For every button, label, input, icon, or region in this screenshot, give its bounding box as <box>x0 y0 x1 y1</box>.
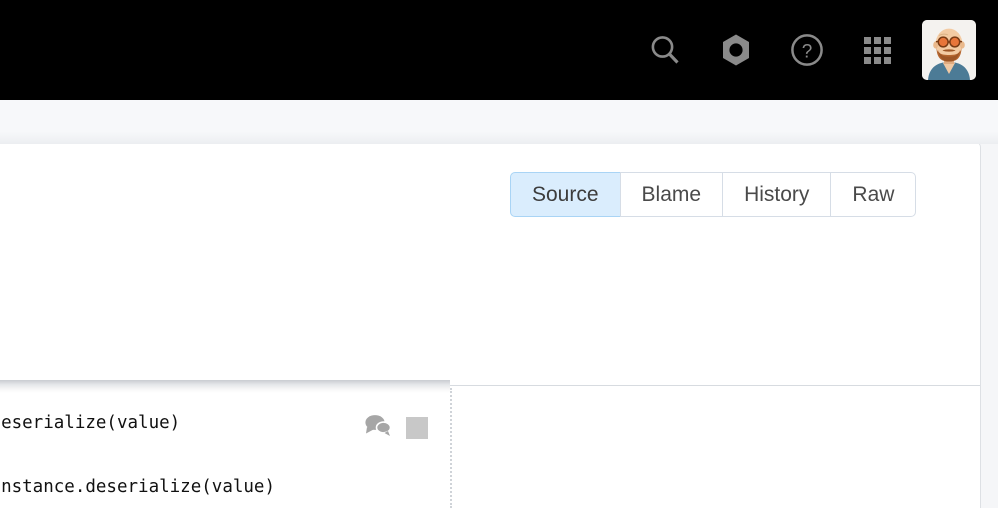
app-screen: ? Source Blame History Raw .deserialize(… <box>0 0 998 508</box>
settings-button[interactable] <box>700 0 771 100</box>
search-button[interactable] <box>629 0 700 100</box>
code-column-guide <box>450 388 452 508</box>
line-status-square[interactable] <box>406 416 428 439</box>
apps-grid-icon <box>864 36 891 64</box>
top-navbar: ? <box>0 0 998 100</box>
comment-bubble-icon[interactable] <box>364 413 392 442</box>
svg-text:?: ? <box>801 42 812 63</box>
source-code-area: .deserialize(value) .Instance.deserializ… <box>0 380 980 508</box>
help-icon: ? <box>789 32 825 68</box>
code-line-text: .deserialize(value) <box>0 413 181 433</box>
tab-history[interactable]: History <box>722 172 831 217</box>
tab-blame[interactable]: Blame <box>619 172 723 217</box>
account-button[interactable] <box>913 0 984 100</box>
navbar-actions: ? <box>629 0 984 100</box>
sub-header-band <box>0 100 998 144</box>
tab-source[interactable]: Source <box>510 172 620 217</box>
code-line[interactable]: .Instance.deserialize(value) <box>0 471 448 503</box>
apps-button[interactable] <box>842 0 913 100</box>
settings-nut-icon <box>718 32 754 68</box>
code-line[interactable]: .deserialize(value) <box>0 407 448 439</box>
code-panel-divider <box>450 385 980 386</box>
search-icon <box>648 33 682 67</box>
code-line-text: .Instance.deserialize(value) <box>0 477 276 497</box>
code-line-list: .deserialize(value) .Instance.deserializ… <box>0 393 448 508</box>
code-top-shadow <box>0 380 450 393</box>
code-line-actions <box>364 413 428 442</box>
tab-raw[interactable]: Raw <box>830 172 917 217</box>
help-button[interactable]: ? <box>771 0 842 100</box>
file-view-tabs: Source Blame History Raw <box>510 172 917 217</box>
avatar <box>921 20 976 80</box>
